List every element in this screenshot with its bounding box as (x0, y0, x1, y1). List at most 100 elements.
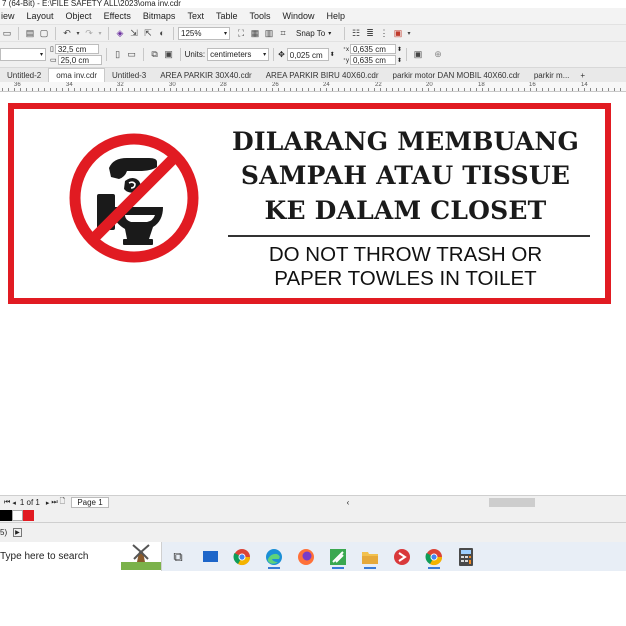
page-width-input[interactable]: 32,5 cm (54, 44, 99, 54)
tab-area-parkir-30x40[interactable]: AREA PARKIR 30X40.cdr (153, 69, 258, 82)
paste-icon[interactable]: ▤ (23, 26, 37, 40)
export-icon[interactable]: ⇱ (141, 26, 155, 40)
last-page-icon[interactable]: ⏭ (51, 499, 57, 507)
tab-area-parkir-biru[interactable]: AREA PARKIR BIRU 40X60.cdr (259, 69, 386, 82)
swatch-white[interactable] (12, 510, 23, 521)
launch-icon[interactable]: ▣ (391, 26, 405, 40)
duplicate-distance: ⁺x 0,635 cm ⬍ ⁺y 0,635 cm ⬍ (343, 44, 402, 65)
treat-as-filled-icon[interactable]: ▣ (411, 48, 425, 62)
full-screen-icon[interactable]: ⛶ (234, 26, 248, 40)
corel-icon[interactable] (322, 542, 354, 571)
firefox-icon[interactable] (290, 542, 322, 571)
sign-artwork[interactable]: DILARANG MEMBUANG SAMPAH ATAU TISSUE KE … (8, 103, 611, 304)
duplicate-x-input[interactable]: 0,635 cm (349, 44, 396, 54)
show-guidelines-icon[interactable]: ⌗ (276, 26, 290, 40)
ruler-tick (428, 88, 429, 91)
page-size-select[interactable]: ▾ (0, 48, 46, 61)
ruler-tick (68, 88, 69, 91)
menu-bitmaps[interactable]: Bitmaps (142, 11, 177, 21)
menu-view[interactable]: iew (0, 11, 16, 21)
snap-to-button[interactable]: Snap To ▾ (294, 27, 340, 40)
spinner-icon[interactable]: ⬍ (397, 46, 402, 53)
menu-tools[interactable]: Tools (248, 11, 271, 21)
ruler-tick (176, 88, 177, 91)
ruler-tick (416, 88, 417, 91)
taskbar-search-box[interactable]: Type here to search (0, 542, 162, 571)
sign-line-4: DO NOT THROW TRASH OR (268, 243, 543, 266)
chrome-icon[interactable] (226, 542, 258, 571)
ruler-tick (140, 88, 141, 91)
chrome-profile-icon[interactable] (418, 542, 450, 571)
horizontal-scrollbar-thumb[interactable] (489, 498, 536, 507)
menu-object[interactable]: Object (65, 11, 93, 21)
save-icon[interactable]: ▭ (0, 26, 14, 40)
tab-oma-inv[interactable]: oma inv.cdr (48, 68, 106, 82)
chevron-down-icon[interactable]: ▾ (405, 26, 413, 40)
menu-effects[interactable]: Effects (103, 11, 132, 21)
explorer-icon[interactable] (354, 542, 386, 571)
current-page-icon[interactable]: ▣ (162, 48, 176, 62)
nudge-distance-input[interactable]: 0,025 cm (286, 48, 329, 61)
ruler-tick (356, 88, 357, 91)
zoom-level-select[interactable]: 125% ▾ (178, 26, 230, 40)
show-grid-icon[interactable]: ▥ (262, 26, 276, 40)
first-page-icon[interactable]: ⏮ (4, 499, 10, 507)
align-icon[interactable]: ≣ (363, 26, 377, 40)
play-icon[interactable]: ▶ (13, 528, 22, 537)
menu-layout[interactable]: Layout (26, 11, 55, 21)
ruler-tick (374, 88, 375, 91)
spinner-icon[interactable]: ⬍ (397, 57, 402, 64)
publish-icon[interactable]: ◐ (155, 26, 169, 40)
redo-icon[interactable]: ↷ (82, 26, 96, 40)
add-preset-icon[interactable]: ⊕ (431, 48, 445, 62)
copy-icon[interactable]: ▢ (37, 26, 51, 40)
menu-help[interactable]: Help (326, 11, 347, 21)
spinner-icon[interactable]: ⬍ (330, 51, 335, 58)
landscape-icon[interactable]: ▭ (125, 48, 139, 62)
cursor-position: 5) (0, 528, 8, 537)
status-bar: 5) ▶ (0, 522, 626, 542)
ruler-tick (584, 88, 585, 91)
app-icon[interactable] (386, 542, 418, 571)
ruler-tick (530, 88, 531, 91)
toolbar-separator (344, 26, 345, 40)
prev-page-icon[interactable]: ◂ (12, 499, 16, 507)
dup-x-icon: ⁺x (342, 46, 349, 53)
chevron-down-icon[interactable]: ▾ (74, 26, 82, 40)
ruler-tick (104, 88, 105, 91)
undo-icon[interactable]: ↶ (60, 26, 74, 40)
tab-parkir-m[interactable]: parkir m... (527, 69, 577, 82)
tab-untitled-3[interactable]: Untitled-3 (105, 69, 153, 82)
ruler-tick (314, 88, 315, 91)
import-icon[interactable]: ⇲ (127, 26, 141, 40)
portrait-icon[interactable]: ▯ (111, 48, 125, 62)
units-select[interactable]: centimeters ▾ (207, 48, 270, 61)
scroll-left-icon[interactable]: ‹ (347, 498, 350, 507)
options-icon[interactable]: ☷ (349, 26, 363, 40)
tab-parkir-motor-mobil[interactable]: parkir motor DAN MOBIL 40X60.cdr (386, 69, 527, 82)
next-page-icon[interactable]: ▸ (46, 499, 50, 507)
chevron-down-icon[interactable]: ▾ (96, 26, 104, 40)
menu-text[interactable]: Text (186, 11, 205, 21)
more-icon[interactable]: ⋮ (377, 26, 391, 40)
horizontal-ruler[interactable]: 36343230282624222018161412 (0, 82, 626, 92)
add-page-icon[interactable]: 🗋 (60, 497, 66, 508)
task-view-icon[interactable]: ⧉ (162, 542, 194, 571)
calculator-icon[interactable] (450, 542, 482, 571)
mail-icon[interactable] (194, 542, 226, 571)
show-rulers-icon[interactable]: ▦ (248, 26, 262, 40)
add-tab-icon[interactable]: + (576, 69, 589, 82)
swatch-red[interactable] (23, 510, 34, 521)
menu-table[interactable]: Table (215, 11, 239, 21)
page-height-input[interactable]: 25,0 cm (57, 55, 102, 65)
menu-window[interactable]: Window (281, 11, 315, 21)
page-tab[interactable]: Page 1 (71, 497, 109, 508)
tab-untitled-2[interactable]: Untitled-2 (0, 69, 48, 82)
search-content-icon[interactable]: ◈ (113, 26, 127, 40)
duplicate-y-input[interactable]: 0,635 cm (349, 55, 396, 65)
swatch-black[interactable] (0, 510, 12, 521)
standard-toolbar: ▭ ▤ ▢ ↶ ▾ ↷ ▾ ◈ ⇲ ⇱ ◐ 125% ▾ ⛶ ▦ ▥ ⌗ Sna… (0, 24, 626, 41)
all-pages-icon[interactable]: ⧉ (148, 48, 162, 62)
snap-to-label: Snap To (296, 28, 326, 38)
edge-icon[interactable] (258, 542, 290, 571)
